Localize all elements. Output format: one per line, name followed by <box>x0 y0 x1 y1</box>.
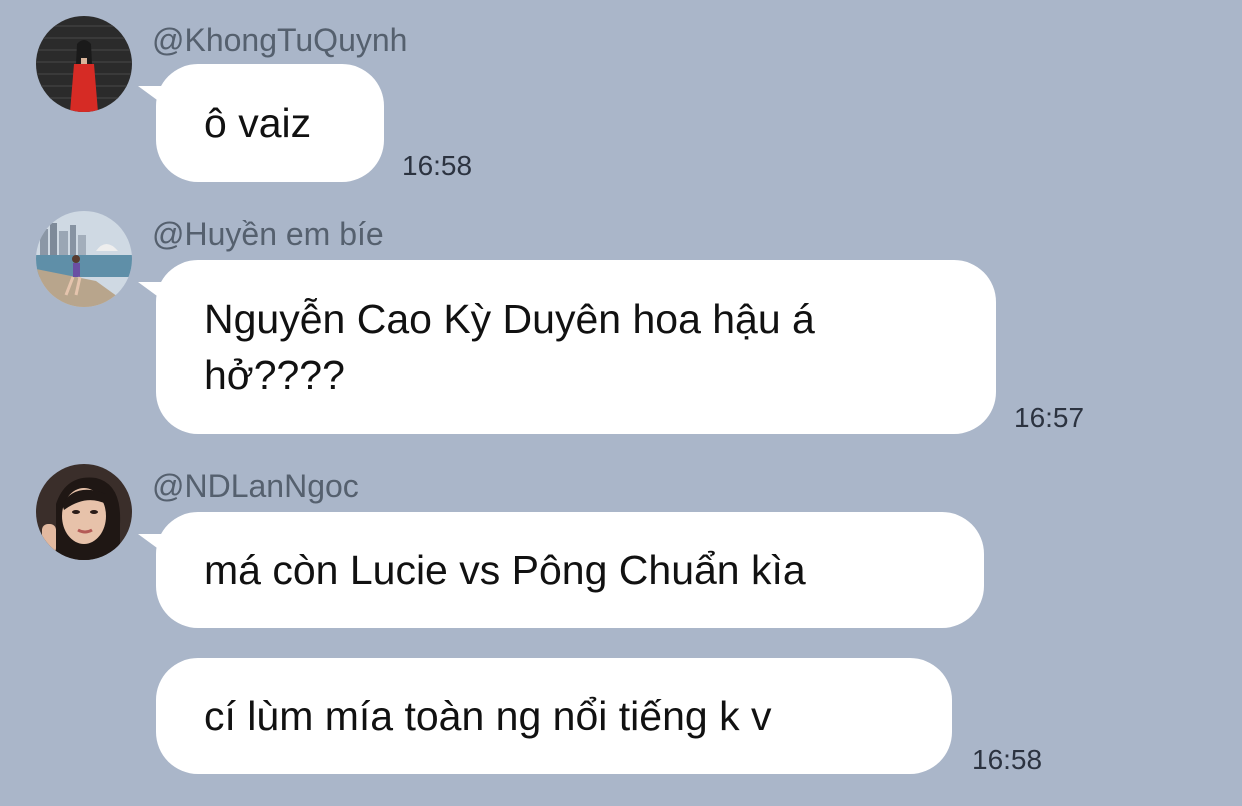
avatar-photo-red-dress-icon <box>36 16 132 112</box>
message-text: cí lùm mía toàn ng nổi tiếng k v <box>204 693 772 739</box>
avatar-photo-portrait-icon <box>36 464 132 560</box>
avatar-ndlanngoc[interactable] <box>36 464 132 560</box>
avatar-photo-seaside-city-icon <box>36 211 132 307</box>
sender-name: @KhongTuQuynh <box>152 22 408 58</box>
message-bubble[interactable]: má còn Lucie vs Pông Chuẩn kìa <box>156 512 984 628</box>
avatar-khongtuquynh[interactable] <box>36 16 132 112</box>
sender-name: @NDLanNgoc <box>152 468 359 504</box>
message-time: 16:58 <box>972 744 1043 775</box>
message-text: ô vaiz <box>204 100 312 146</box>
message-text: má còn Lucie vs Pông Chuẩn kìa <box>204 547 806 593</box>
avatar-huyen-em-bie[interactable] <box>36 211 132 307</box>
message-bubble[interactable]: ô vaiz <box>156 64 384 182</box>
message-time: 16:57 <box>1014 402 1085 433</box>
sender-name: @Huyền em bíe <box>152 216 384 252</box>
message-bubble[interactable]: cí lùm mía toàn ng nổi tiếng k v <box>156 658 952 774</box>
message-time: 16:58 <box>402 150 473 181</box>
message-text: Nguyễn Cao Kỳ Duyên hoa hậu á hở???? <box>204 296 815 398</box>
message-bubble[interactable]: Nguyễn Cao Kỳ Duyên hoa hậu á hở???? <box>156 260 996 434</box>
